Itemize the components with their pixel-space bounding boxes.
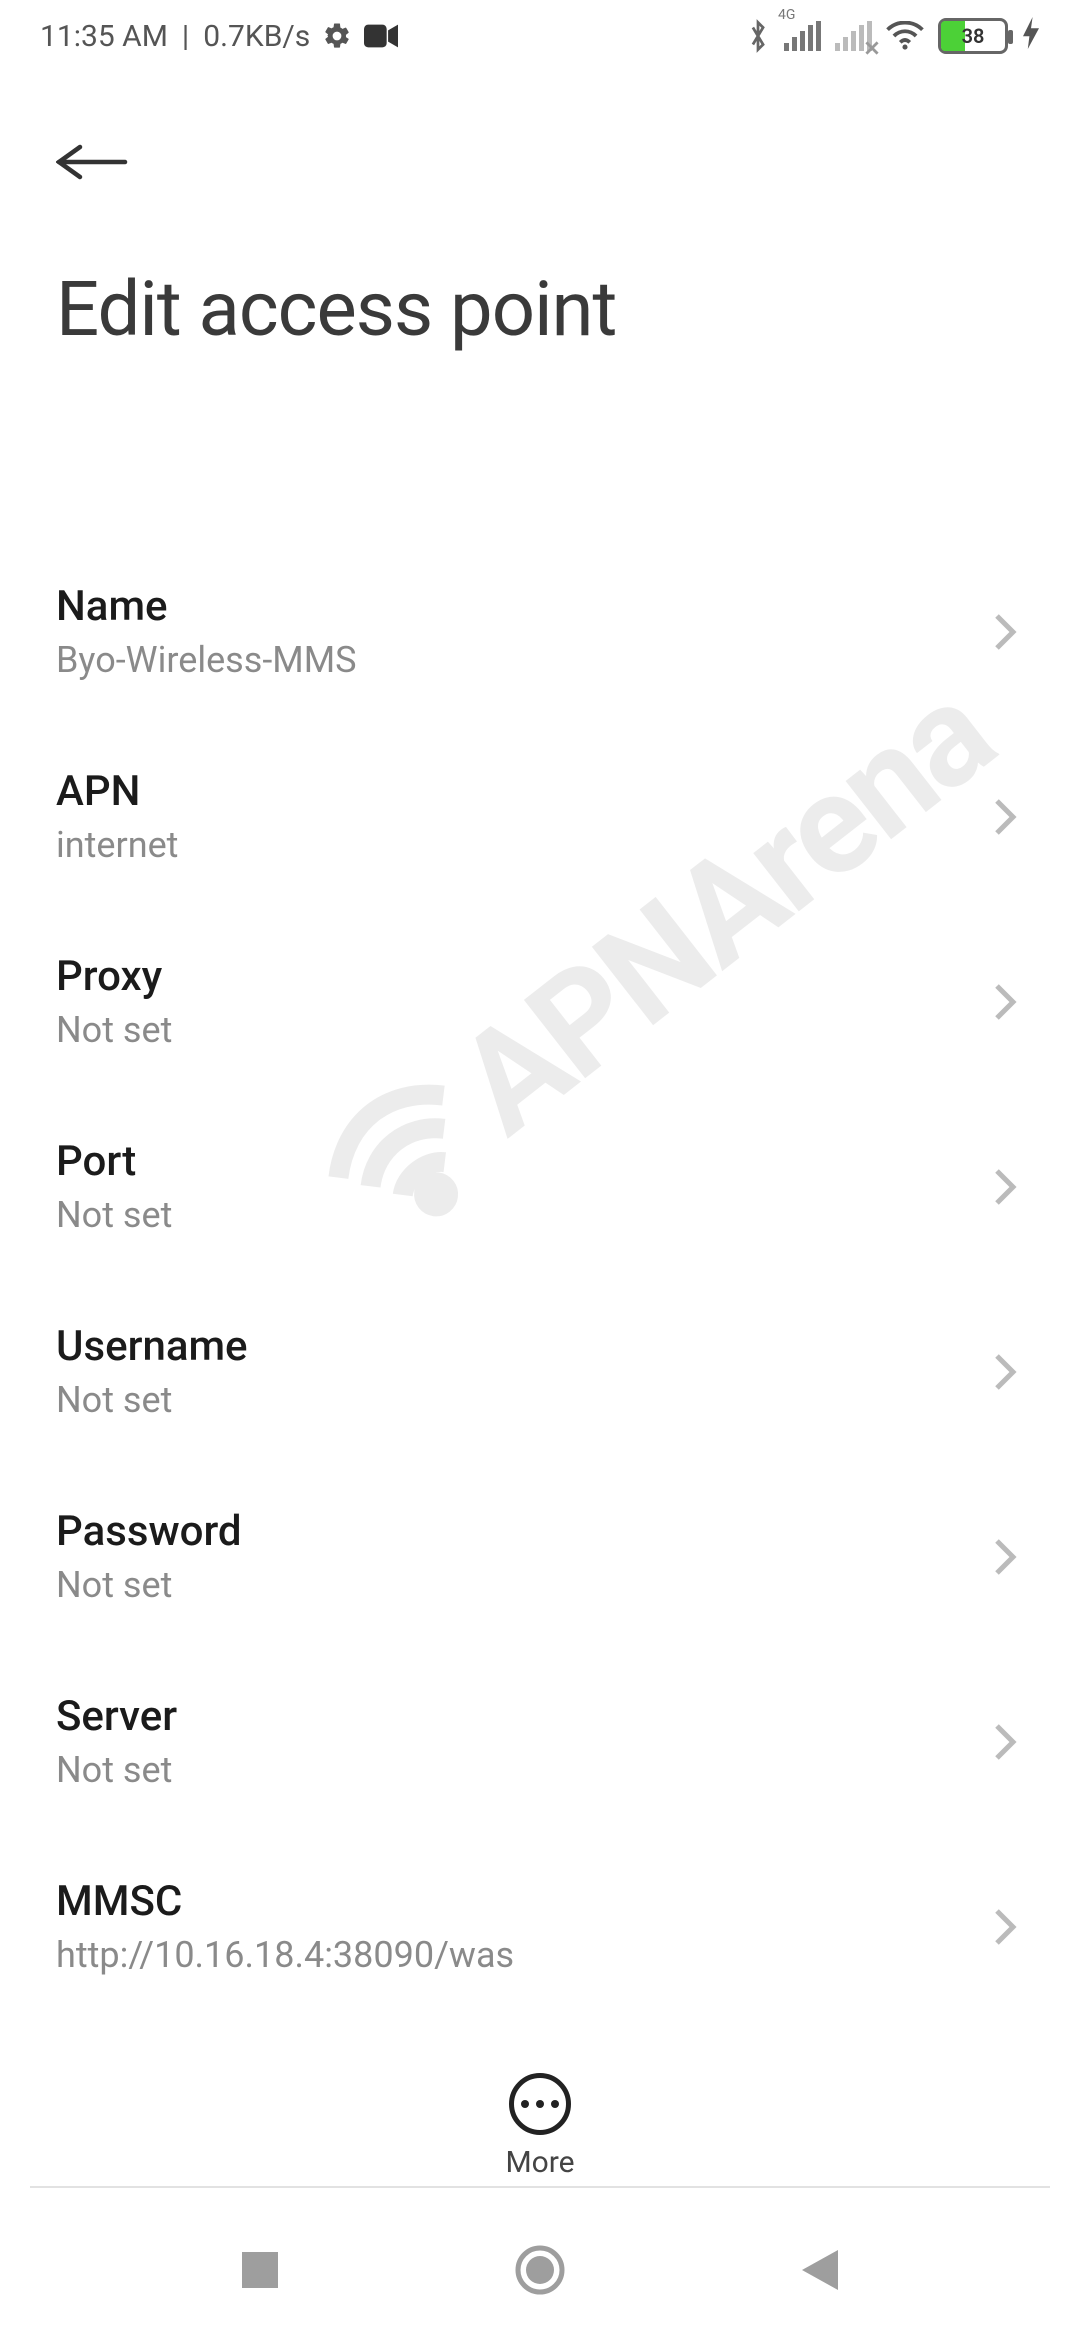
row-value: http://10.16.18.4:38090/was: [56, 1934, 514, 1976]
chevron-right-icon: [992, 1537, 1018, 1577]
row-server[interactable]: Server Not set: [56, 1650, 1024, 1835]
row-mmsc[interactable]: MMSC http://10.16.18.4:38090/was: [56, 1835, 1024, 2020]
settings-list[interactable]: Name Byo-Wireless-MMS APN internet Proxy…: [0, 540, 1080, 2020]
nav-divider: [30, 2186, 1050, 2188]
row-value: Not set: [56, 1379, 248, 1421]
arrow-left-icon: [56, 142, 128, 182]
row-value: internet: [56, 824, 178, 866]
circle-icon: [515, 2245, 565, 2295]
row-label: Server: [56, 1692, 177, 1741]
charging-icon: [1022, 17, 1040, 56]
triangle-left-icon: [802, 2250, 838, 2290]
chevron-right-icon: [992, 1352, 1018, 1392]
row-password[interactable]: Password Not set: [56, 1465, 1024, 1650]
bluetooth-icon: [746, 19, 770, 53]
more-icon: [509, 2073, 571, 2135]
status-right: 4G 38: [746, 17, 1040, 56]
more-button[interactable]: More: [0, 2073, 1080, 2180]
status-time: 11:35 AM: [40, 19, 168, 54]
status-bar: 11:35 AM | 0.7KB/s 4G 38: [0, 0, 1080, 72]
more-label: More: [505, 2145, 574, 2180]
signal-sim1: 4G: [784, 21, 821, 51]
navigation-bar: [0, 2200, 1080, 2340]
row-apn[interactable]: APN internet: [56, 725, 1024, 910]
nav-home-button[interactable]: [510, 2240, 570, 2300]
gear-icon: [322, 21, 352, 51]
square-icon: [242, 2252, 278, 2288]
row-label: Password: [56, 1507, 242, 1556]
battery-icon: 38: [938, 18, 1008, 54]
row-label: MMSC: [56, 1877, 514, 1926]
row-value: Not set: [56, 1749, 177, 1791]
row-label: Port: [56, 1137, 172, 1186]
camera-icon: [364, 24, 398, 48]
nav-back-button[interactable]: [790, 2240, 850, 2300]
row-value: Not set: [56, 1564, 242, 1606]
chevron-right-icon: [992, 1167, 1018, 1207]
header: Edit access point: [0, 120, 1080, 354]
signal-sim2: [835, 21, 872, 51]
chevron-right-icon: [992, 1722, 1018, 1762]
back-button[interactable]: [56, 120, 140, 204]
row-label: Proxy: [56, 952, 172, 1001]
row-name[interactable]: Name Byo-Wireless-MMS: [56, 540, 1024, 725]
chevron-right-icon: [992, 982, 1018, 1022]
status-speed: 0.7KB/s: [203, 19, 310, 54]
status-left: 11:35 AM | 0.7KB/s: [40, 19, 398, 54]
row-value: Not set: [56, 1009, 172, 1051]
row-username[interactable]: Username Not set: [56, 1280, 1024, 1465]
row-port[interactable]: Port Not set: [56, 1095, 1024, 1280]
nav-recents-button[interactable]: [230, 2240, 290, 2300]
row-label: Username: [56, 1322, 248, 1371]
wifi-icon: [886, 21, 924, 51]
chevron-right-icon: [992, 797, 1018, 837]
row-proxy[interactable]: Proxy Not set: [56, 910, 1024, 1095]
status-separator: |: [182, 19, 189, 54]
chevron-right-icon: [992, 612, 1018, 652]
row-value: Byo-Wireless-MMS: [56, 639, 357, 681]
page-title: Edit access point: [56, 264, 1024, 354]
row-label: APN: [56, 767, 178, 816]
chevron-right-icon: [992, 1907, 1018, 1947]
row-value: Not set: [56, 1194, 172, 1236]
row-label: Name: [56, 582, 357, 631]
